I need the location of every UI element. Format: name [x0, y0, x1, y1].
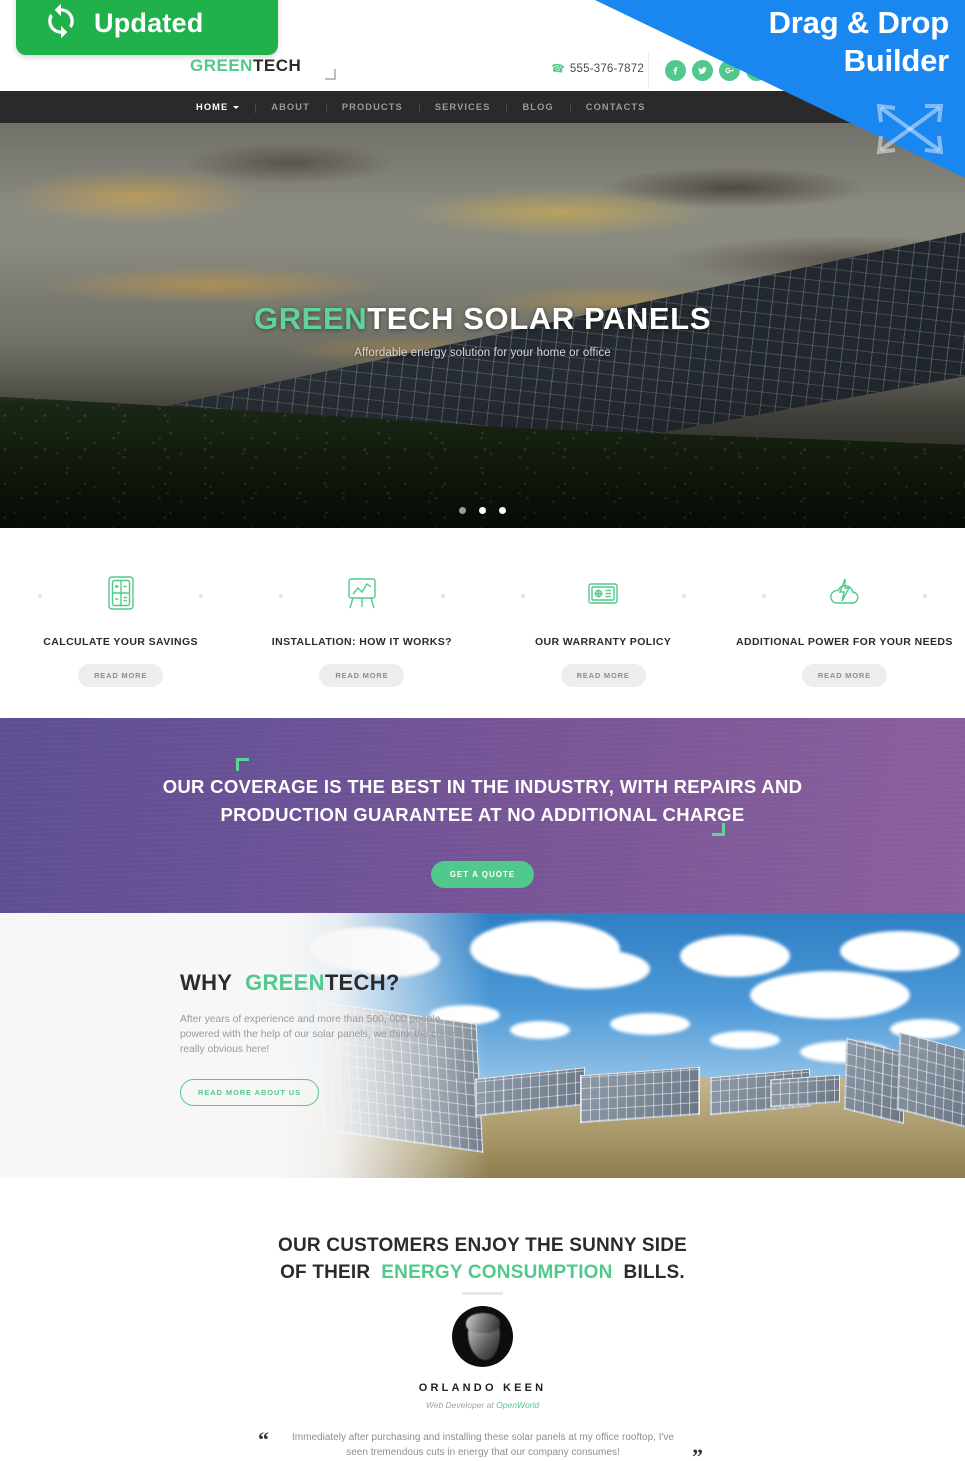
testimonials-divider — [462, 1292, 503, 1295]
calculator-icon — [101, 573, 141, 618]
author-company: OpenWorld — [496, 1400, 540, 1410]
cloud-lightning-icon — [824, 573, 864, 618]
testimonial-author-role: Web Developer at OpenWorld — [0, 1400, 965, 1410]
testimonials-heading-line1: OUR CUSTOMERS ENJOY THE SUNNY SIDE — [277, 1235, 688, 1256]
nav-item-blog[interactable]: BLOG — [506, 102, 569, 113]
slider-dot-2[interactable] — [479, 507, 486, 514]
logo-text-green: GREEN — [190, 56, 253, 75]
author-role-text: Web Developer at — [425, 1400, 494, 1410]
refresh-icon — [42, 2, 80, 45]
warranty-box-icon — [583, 573, 623, 618]
get-a-quote-button[interactable]: GET A QUOTE — [431, 861, 534, 888]
nav-item-blog-label: BLOG — [522, 102, 554, 112]
phone-icon: ☎ — [550, 62, 566, 76]
feature-item-additional-power: ADDITIONAL POWER FOR YOUR NEEDS READ MOR… — [724, 528, 965, 718]
cta-headline-line1: OUR COVERAGE IS THE BEST IN THE INDUSTRY… — [162, 776, 803, 797]
site-logo[interactable]: GREENTECH — [190, 56, 301, 76]
nav-item-services-label: SERVICES — [434, 102, 491, 112]
feature-icon-wrap — [724, 568, 965, 622]
avatar-hair — [466, 1313, 500, 1333]
chevron-down-icon — [233, 105, 240, 109]
feature-item-installation: INSTALLATION: HOW IT WORKS? READ MORE — [241, 528, 482, 718]
slider-dots — [0, 507, 965, 514]
slider-dot-1[interactable] — [459, 507, 466, 514]
logo-text-dark: TECH — [252, 56, 302, 75]
feature-title: OUR WARRANTY POLICY — [534, 636, 672, 648]
hero-title-rest: TECH SOLAR PANELS — [367, 301, 711, 336]
hero-title: GREENTECH SOLAR PANELS — [0, 301, 965, 337]
why-title-rest: TECH? — [324, 970, 400, 995]
testimonials-heading: OUR CUSTOMERS ENJOY THE SUNNY SIDE OF TH… — [0, 1232, 965, 1286]
why-section — [0, 913, 965, 1178]
cta-headline: OUR COVERAGE IS THE BEST IN THE INDUSTRY… — [0, 773, 965, 829]
quote-close-icon: ” — [692, 1444, 703, 1461]
drag-drop-builder-badge: Drag & Drop Builder — [595, 0, 965, 178]
feature-read-more-button[interactable]: READ MORE — [319, 664, 405, 687]
testimonial-author-name: ORLANDO KEEN — [418, 1382, 547, 1394]
logo-bracket-decor — [325, 69, 336, 80]
hero-subtitle: Affordable energy solution for your home… — [354, 347, 611, 359]
quote-open-icon: “ — [258, 1427, 269, 1452]
drag-drop-line1: Drag & Drop — [768, 5, 950, 40]
avatar — [452, 1306, 513, 1367]
why-title: WHY GREENTECH? — [180, 970, 480, 996]
feature-title: CALCULATE YOUR SAVINGS — [43, 636, 198, 648]
drag-drop-line2: Builder — [843, 43, 950, 78]
page-root: GREENTECH ☎ 555-376-7872 HOME ABOUT PROD… — [0, 0, 965, 1461]
updated-badge: Updated — [16, 0, 278, 55]
nav-item-products-label: PRODUCTS — [341, 102, 403, 112]
hero-content: GREENTECH SOLAR PANELS Affordable energy… — [0, 301, 965, 359]
hero-slider: GREENTECH SOLAR PANELS Affordable energy… — [0, 123, 965, 528]
feature-read-more-button[interactable]: READ MORE — [801, 664, 887, 687]
feature-title: ADDITIONAL POWER FOR YOUR NEEDS — [735, 636, 953, 648]
heading-line2-post: BILLS. — [623, 1262, 685, 1283]
why-body-text: After years of experience and more than … — [180, 1014, 472, 1055]
features-section: CALCULATE YOUR SAVINGS READ MORE INSTALL… — [0, 528, 965, 718]
feature-icon-wrap — [0, 568, 241, 622]
hero-title-green: GREEN — [253, 301, 368, 336]
four-way-arrow-icon — [869, 92, 951, 169]
why-content: WHY GREENTECH? After years of experience… — [180, 970, 480, 1106]
nav-item-products[interactable]: PRODUCTS — [325, 102, 419, 113]
main-nav-items: HOME ABOUT PRODUCTS SERVICES BLOG CONTAC… — [180, 102, 662, 113]
updated-badge-label: Updated — [94, 8, 204, 38]
nav-item-about-label: ABOUT — [271, 102, 310, 112]
heading-line2-pre: OF THEIR — [280, 1262, 371, 1283]
feature-item-warranty: OUR WARRANTY POLICY READ MORE — [483, 528, 724, 718]
heading-line2-green: ENERGY CONSUMPTION — [381, 1262, 613, 1283]
testimonial-quote-text: Immediately after purchasing and install… — [292, 1432, 674, 1458]
cta-headline-line2: PRODUCTION GUARANTEE AT NO ADDITIONAL CH… — [220, 804, 745, 825]
nav-item-about[interactable]: ABOUT — [255, 102, 326, 113]
chart-easel-icon — [342, 573, 382, 618]
nav-item-home-label: HOME — [196, 102, 229, 112]
why-title-plain: WHY — [180, 970, 233, 995]
feature-read-more-button[interactable]: READ MORE — [78, 664, 164, 687]
testimonials-heading-line2: OF THEIR ENERGY CONSUMPTION BILLS. — [0, 1259, 965, 1286]
drag-drop-label: Drag & Drop Builder — [768, 4, 950, 80]
slider-dot-3[interactable] — [499, 507, 506, 514]
why-title-green: GREEN — [245, 970, 325, 995]
cta-bracket-top-left — [236, 758, 249, 771]
feature-icon-wrap — [483, 568, 724, 622]
feature-read-more-button[interactable]: READ MORE — [560, 664, 646, 687]
read-more-about-us-button[interactable]: READ MORE ABOUT US — [180, 1079, 320, 1106]
nav-item-services[interactable]: SERVICES — [418, 102, 507, 113]
feature-icon-wrap — [241, 568, 482, 622]
feature-item-calculate-savings: CALCULATE YOUR SAVINGS READ MORE — [0, 528, 241, 718]
nav-item-home[interactable]: HOME — [180, 102, 255, 112]
feature-title: INSTALLATION: HOW IT WORKS? — [271, 636, 452, 648]
